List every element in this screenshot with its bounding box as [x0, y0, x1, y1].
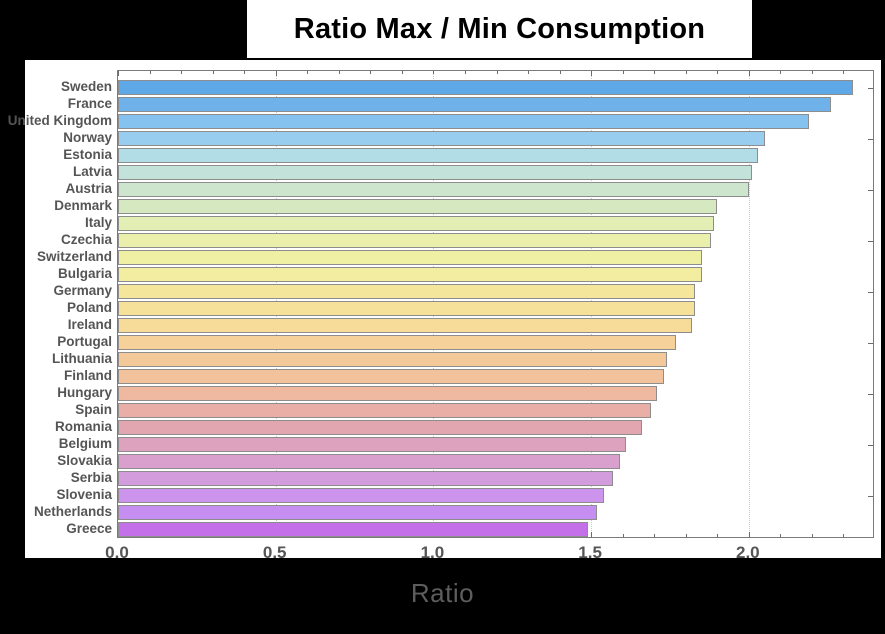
bar[interactable]: [118, 386, 658, 401]
bar[interactable]: [118, 335, 677, 350]
page-title: Ratio Max / Min Consumption: [293, 12, 706, 45]
bar-row[interactable]: [118, 402, 875, 419]
bar[interactable]: [118, 80, 853, 95]
bar[interactable]: [118, 403, 652, 418]
category-label: Ireland: [67, 317, 112, 332]
category-label: Netherlands: [33, 504, 112, 519]
category-label: Slovakia: [57, 453, 112, 468]
bar[interactable]: [118, 505, 598, 520]
bar-row[interactable]: [118, 334, 875, 351]
bar-row[interactable]: [118, 419, 875, 436]
bar-row[interactable]: [118, 317, 875, 334]
x-axis-title: Ratio: [410, 578, 475, 608]
bar[interactable]: [118, 148, 759, 163]
bar-row[interactable]: [118, 249, 875, 266]
category-label: Hungary: [57, 385, 112, 400]
category-label: Belgium: [58, 436, 112, 451]
bar[interactable]: [118, 454, 620, 469]
bars-layer: [118, 71, 873, 537]
bar-row[interactable]: [118, 266, 875, 283]
category-label: Lithuania: [52, 351, 112, 366]
category-label: Finland: [64, 368, 112, 383]
category-label: Czechia: [60, 232, 112, 247]
bar[interactable]: [118, 182, 749, 197]
chart-title-banner: Ratio Max / Min Consumption: [247, 0, 752, 58]
category-label: Sweden: [60, 79, 112, 94]
category-label: Greece: [66, 521, 112, 536]
category-label: Bulgaria: [57, 266, 112, 281]
bar-row[interactable]: [118, 147, 875, 164]
bar[interactable]: [118, 114, 809, 129]
bar-row[interactable]: [118, 300, 875, 317]
plot-panel: [25, 60, 881, 558]
category-label: United Kingdom: [7, 113, 112, 128]
category-label: Serbia: [70, 470, 112, 485]
category-label: France: [67, 96, 112, 111]
category-label: Romania: [54, 419, 112, 434]
bar[interactable]: [118, 250, 702, 265]
plot-frame: [117, 70, 874, 538]
category-label: Denmark: [54, 198, 112, 213]
bar[interactable]: [118, 131, 765, 146]
bar-row[interactable]: [118, 130, 875, 147]
bar[interactable]: [118, 165, 752, 180]
bar[interactable]: [118, 488, 604, 503]
bar[interactable]: [118, 437, 626, 452]
bar-row[interactable]: [118, 232, 875, 249]
bar[interactable]: [118, 301, 696, 316]
category-label: Switzerland: [36, 249, 112, 264]
bar-row[interactable]: [118, 436, 875, 453]
category-axis-labels: Sweden France United Kingdom Norway Estonia L…: [0, 60, 115, 558]
bar[interactable]: [118, 420, 642, 435]
bar-row[interactable]: [118, 487, 875, 504]
bar[interactable]: [118, 233, 711, 248]
bar-row[interactable]: [118, 351, 875, 368]
bar-row[interactable]: [118, 368, 875, 385]
category-label: Germany: [53, 283, 112, 298]
bar-row[interactable]: [118, 521, 875, 538]
category-label: Poland: [66, 300, 112, 315]
category-label: Estonia: [63, 147, 112, 162]
bar[interactable]: [118, 97, 831, 112]
bar-row[interactable]: [118, 79, 875, 96]
bar[interactable]: [118, 352, 667, 367]
bar-row[interactable]: [118, 385, 875, 402]
category-label: Italy: [84, 215, 112, 230]
bar-row[interactable]: [118, 113, 875, 130]
bar-row[interactable]: [118, 283, 875, 300]
bar[interactable]: [118, 267, 702, 282]
category-label: Portugal: [57, 334, 112, 349]
bar-row[interactable]: [118, 504, 875, 521]
bar[interactable]: [118, 284, 696, 299]
bar[interactable]: [118, 216, 715, 231]
bar[interactable]: [118, 471, 614, 486]
bar-row[interactable]: [118, 164, 875, 181]
bar-row[interactable]: [118, 215, 875, 232]
category-label: Slovenia: [56, 487, 112, 502]
bar[interactable]: [118, 522, 588, 537]
bar-row[interactable]: [118, 181, 875, 198]
bar-row[interactable]: [118, 470, 875, 487]
bar[interactable]: [118, 318, 693, 333]
category-label: Spain: [75, 402, 112, 417]
bar[interactable]: [118, 369, 664, 384]
category-label: Austria: [65, 181, 112, 196]
bar-row[interactable]: [118, 198, 875, 215]
bar[interactable]: [118, 199, 718, 214]
chart-root: Ratio Max / Min Consumption Sweden France…: [0, 0, 885, 634]
category-label: Norway: [63, 130, 112, 145]
bar-row[interactable]: [118, 453, 875, 470]
bar-row[interactable]: [118, 96, 875, 113]
category-label: Latvia: [72, 164, 112, 179]
